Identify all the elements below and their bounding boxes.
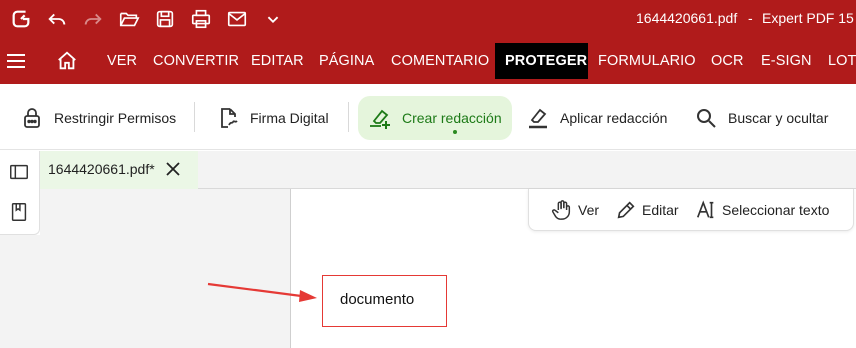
print-icon[interactable]: [186, 4, 216, 34]
tab-pagina[interactable]: PÁGINA: [309, 43, 384, 79]
redaction-add-icon: [370, 109, 390, 129]
window-app-title: Expert PDF 15: [762, 10, 854, 26]
window-title-separator: -: [748, 10, 753, 26]
floating-toolbar: Ver Editar Seleccionar texto: [528, 189, 854, 231]
app-logo-icon[interactable]: [6, 4, 36, 34]
document-text[interactable]: documento: [340, 291, 414, 308]
title-bar: 1644420661.pdf - Expert PDF 15: [0, 0, 856, 38]
create-redaction-button[interactable]: Crear redacción: [358, 96, 512, 140]
ribbon-separator: [348, 102, 349, 132]
undo-icon[interactable]: [42, 4, 72, 34]
digital-signature-button[interactable]: Firma Digital: [216, 96, 329, 140]
search-icon: [697, 109, 716, 128]
view-tool-label: Ver: [578, 202, 600, 218]
digital-signature-label: Firma Digital: [250, 110, 329, 126]
email-icon[interactable]: [222, 4, 252, 34]
ribbon-toolbar: Restringir Permisos Firma Digital Crear …: [0, 84, 856, 150]
menu-bar: VER CONVERTIR EDITAR PÁGINA COMENTARIO P…: [0, 38, 856, 84]
restrict-permissions-button[interactable]: Restringir Permisos: [20, 96, 176, 140]
tab-comentario[interactable]: COMENTARIO: [381, 43, 499, 79]
tab-e-sign[interactable]: E-SIGN: [751, 43, 822, 79]
redo-icon[interactable]: [78, 4, 108, 34]
panel-toggle-icon[interactable]: [8, 161, 30, 183]
view-tool-button[interactable]: Ver: [551, 199, 599, 221]
ribbon-separator: [194, 102, 195, 132]
window-file-title: 1644420661.pdf: [636, 10, 738, 26]
search-and-hide-button[interactable]: Buscar y ocultar: [694, 96, 828, 140]
pencil-icon: [617, 201, 635, 219]
hand-icon: [552, 200, 571, 220]
apply-redaction-button[interactable]: Aplicar redacción: [526, 96, 667, 140]
home-icon[interactable]: [56, 50, 78, 72]
thumbnail-panel: [40, 189, 290, 235]
tab-lote[interactable]: LOTE: [818, 43, 856, 79]
open-folder-icon[interactable]: [114, 4, 144, 34]
document-signature-icon: [221, 108, 238, 128]
tab-formulario[interactable]: FORMULARIO: [588, 43, 706, 79]
close-icon[interactable]: [165, 161, 181, 177]
document-tab-label: 1644420661.pdf*: [48, 161, 155, 177]
bookmark-icon[interactable]: [8, 201, 30, 223]
create-redaction-label: Crear redacción: [402, 110, 502, 126]
select-text-button[interactable]: Seleccionar texto: [695, 199, 829, 221]
redaction-apply-icon: [529, 108, 547, 129]
lock-icon: [24, 108, 40, 128]
tab-ver[interactable]: VER: [97, 43, 147, 79]
document-tab[interactable]: 1644420661.pdf*: [40, 151, 198, 189]
text-cursor-icon: [696, 200, 714, 219]
chevron-down-icon[interactable]: [258, 4, 288, 34]
annotation-arrow: [207, 282, 317, 302]
edit-tool-label: Editar: [642, 202, 679, 218]
tab-ocr[interactable]: OCR: [701, 43, 754, 79]
select-text-label: Seleccionar texto: [722, 202, 830, 218]
edit-tool-button[interactable]: Editar: [615, 199, 679, 221]
hamburger-menu-icon[interactable]: [7, 54, 25, 68]
active-tool-indicator: [453, 130, 457, 134]
apply-redaction-label: Aplicar redacción: [560, 110, 668, 126]
tab-editar[interactable]: EDITAR: [241, 43, 314, 79]
left-panel: [0, 151, 40, 235]
restrict-permissions-label: Restringir Permisos: [54, 110, 177, 126]
tab-convertir[interactable]: CONVERTIR: [143, 43, 249, 79]
search-and-hide-label: Buscar y ocultar: [728, 110, 829, 126]
tab-proteger[interactable]: PROTEGER: [495, 43, 588, 79]
save-icon[interactable]: [150, 4, 180, 34]
document-tab-bar: 1644420661.pdf*: [40, 151, 856, 189]
